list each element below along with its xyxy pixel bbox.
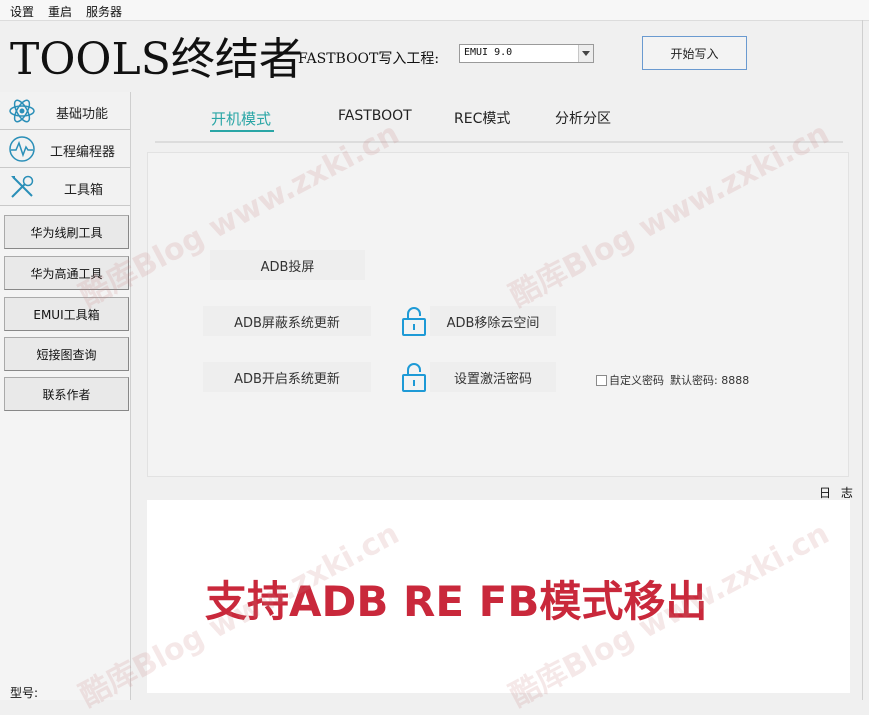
tab-fastboot[interactable]: FASTBOOT — [338, 108, 412, 124]
chevron-down-icon[interactable] — [578, 45, 593, 62]
shortcut-diagram-query-button[interactable]: 短接图查询 — [4, 337, 129, 371]
tab-boot-mode[interactable]: 开机模式 — [211, 108, 271, 129]
emui-toolbox-button[interactable]: EMUI工具箱 — [4, 297, 129, 331]
sidebar-category-toolbox[interactable]: 工具箱 — [0, 168, 130, 206]
sidebar-category-basic[interactable]: 基础功能 — [0, 92, 130, 130]
menu-restart[interactable]: 重启 — [48, 3, 72, 20]
custom-password-checkbox[interactable] — [596, 374, 607, 386]
adb-block-update-button[interactable]: ADB屏蔽系统更新 — [203, 306, 371, 336]
default-password-text: 默认密码: 8888 — [670, 374, 750, 387]
adb-remove-cloud-button[interactable]: ADB移除云空间 — [430, 306, 556, 336]
adb-cast-button[interactable]: ADB投屏 — [210, 250, 365, 280]
app-title: TOOLS终结者 — [10, 34, 303, 85]
active-tab-indicator — [210, 130, 274, 132]
lock-icon — [402, 363, 426, 392]
custom-password-label: 自定义密码 — [609, 374, 664, 387]
huawei-flash-tool-button[interactable]: 华为线刷工具 — [4, 215, 129, 249]
tab-rec-mode[interactable]: REC模式 — [454, 108, 510, 128]
adb-enable-update-button[interactable]: ADB开启系统更新 — [203, 362, 371, 392]
menu-server[interactable]: 服务器 — [86, 3, 122, 20]
tab-divider — [155, 141, 843, 143]
contact-author-button[interactable]: 联系作者 — [4, 377, 129, 411]
custom-password-option[interactable]: 自定义密码 默认密码: 8888 — [596, 372, 749, 388]
window-divider — [862, 20, 863, 700]
model-label: 型号: — [10, 686, 39, 700]
sidebar-category-label: 基础功能 — [56, 107, 109, 122]
project-select[interactable]: EMUI 9.0 — [459, 44, 594, 63]
sidebar-category-programmer[interactable]: 工程编程器 — [0, 130, 130, 168]
menu-settings[interactable]: 设置 — [10, 3, 34, 20]
sidebar-category-label: 工具箱 — [64, 183, 104, 198]
lock-icon — [402, 307, 426, 336]
atom-icon — [9, 99, 35, 123]
feature-banner: 支持ADB RE FB模式移出 — [205, 577, 708, 626]
set-activation-password-button[interactable]: 设置激活密码 — [430, 362, 556, 392]
tab-analyze-partition[interactable]: 分析分区 — [555, 108, 611, 128]
log-label: 日 志 — [819, 486, 856, 500]
tools-icon — [11, 175, 34, 198]
menu-bar: 设置 重启 服务器 — [0, 0, 869, 21]
pulse-icon — [9, 136, 35, 162]
project-select-value: EMUI 9.0 — [464, 47, 513, 58]
fastboot-project-label: FASTBOOT写入工程: — [298, 51, 440, 67]
sidebar-category-label: 工程编程器 — [50, 145, 116, 160]
start-write-button[interactable]: 开始写入 — [642, 36, 747, 70]
huawei-qualcomm-tool-button[interactable]: 华为高通工具 — [4, 256, 129, 290]
